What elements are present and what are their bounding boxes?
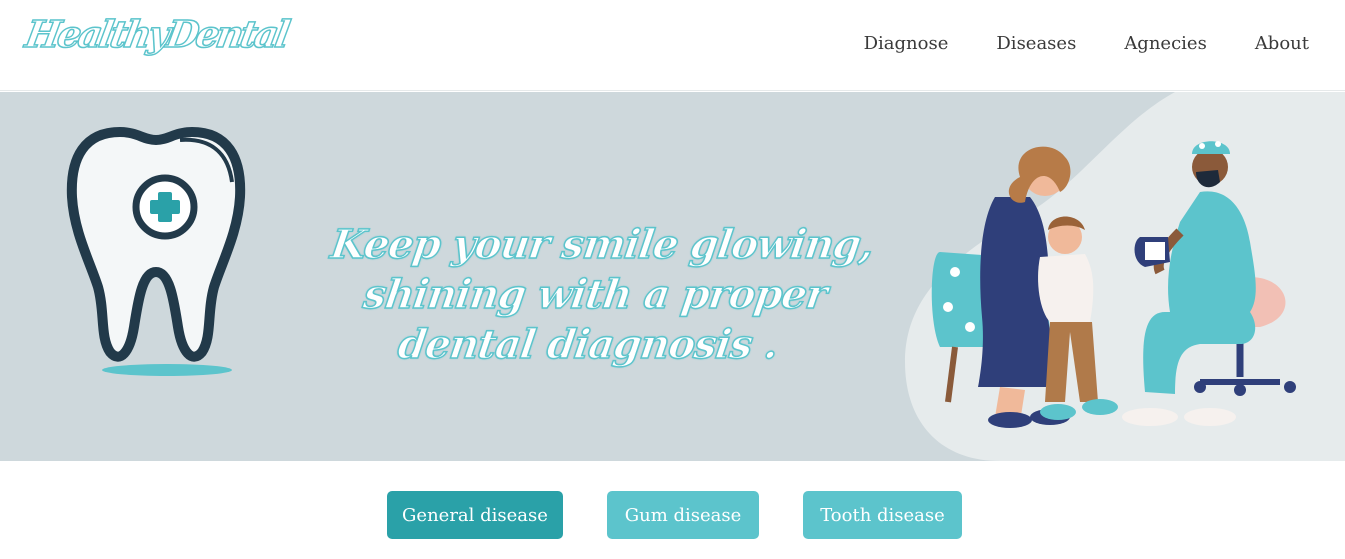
- hero-banner: Keep your smile glowing, shining with a …: [0, 92, 1345, 461]
- nav-diseases[interactable]: Diseases: [996, 33, 1076, 54]
- site-header: HealthyDental Diagnose Diseases Agnecies…: [0, 0, 1345, 91]
- main-nav: Diagnose Diseases Agnecies About: [864, 33, 1309, 54]
- logo[interactable]: HealthyDental: [21, 11, 291, 57]
- general-disease-button[interactable]: General disease: [387, 491, 563, 539]
- nav-about[interactable]: About: [1255, 33, 1309, 54]
- tagline-line-1: Keep your smile glowing,: [327, 220, 877, 269]
- gum-disease-button[interactable]: Gum disease: [607, 491, 759, 539]
- tooth-disease-button[interactable]: Tooth disease: [803, 491, 962, 539]
- nav-diagnose[interactable]: Diagnose: [864, 33, 949, 54]
- tooth-with-plus-icon: [66, 127, 246, 376]
- dentist-family-illustration: [931, 141, 1296, 428]
- category-buttons: General disease Gum disease Tooth diseas…: [0, 491, 1345, 539]
- tagline-line-3: dental diagnosis .: [395, 320, 782, 369]
- hero-tagline: Keep your smile glowing, shining with a …: [289, 220, 900, 370]
- nav-agencies[interactable]: Agnecies: [1124, 33, 1207, 54]
- tagline-line-2: shining with a proper: [360, 270, 830, 319]
